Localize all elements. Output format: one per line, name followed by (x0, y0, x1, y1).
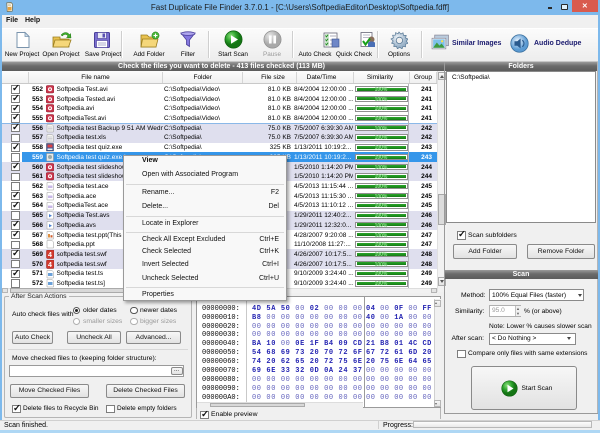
svg-text:4: 4 (48, 252, 52, 259)
svg-text:4: 4 (48, 262, 52, 269)
